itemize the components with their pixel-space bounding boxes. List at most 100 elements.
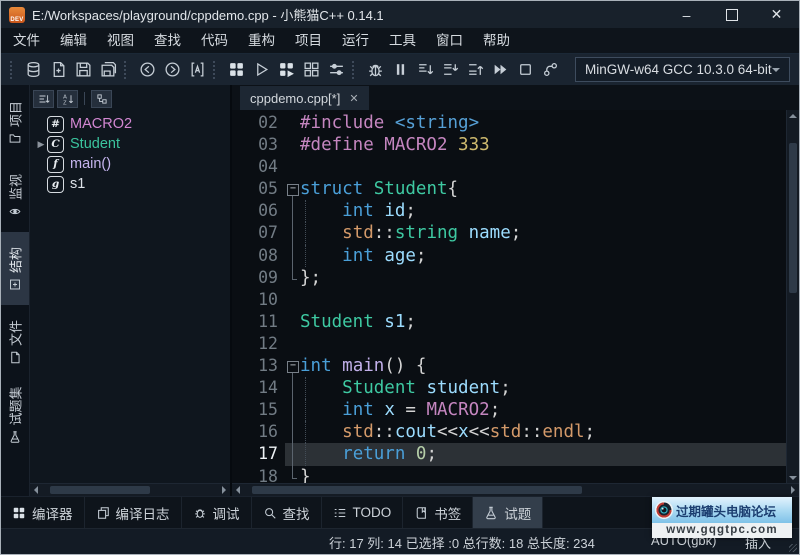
sidebar-tabs: 项目监视结构 文件 试题集 xyxy=(1,85,30,496)
menu-item[interactable]: 帮助 xyxy=(473,29,520,53)
tree-item[interactable]: # MACRO2 xyxy=(30,114,230,134)
scroll-up-icon[interactable] xyxy=(787,110,799,121)
save-button[interactable] xyxy=(72,58,96,82)
bottom-tab[interactable]: 书签 xyxy=(403,497,474,528)
indent-guide xyxy=(305,222,306,245)
debug-button[interactable] xyxy=(364,58,388,82)
sidebar-tab[interactable]: 结构 xyxy=(1,232,29,305)
step-into-button[interactable] xyxy=(439,58,463,82)
tree-item[interactable]: f main() xyxy=(30,154,230,174)
structure-tree[interactable]: # MACRO2 ▶ C Student f main() g s1 xyxy=(30,109,230,483)
menu-item[interactable]: 窗口 xyxy=(426,29,473,53)
cpu-button[interactable] xyxy=(539,58,563,82)
toolbar-icons xyxy=(7,58,563,82)
editor-tab[interactable]: cppdemo.cpp[*] ✕ xyxy=(240,86,369,110)
sort-az-button[interactable]: AZ xyxy=(57,89,78,108)
menu-item[interactable]: 文件 xyxy=(3,29,50,53)
continue-button[interactable] xyxy=(489,58,513,82)
chevron-down-icon xyxy=(772,67,780,76)
scroll-right-icon[interactable] xyxy=(218,484,230,496)
menu-item[interactable]: 查找 xyxy=(144,29,191,53)
menu-item[interactable]: 重构 xyxy=(238,29,285,53)
code-line: 11 Student s1; xyxy=(232,311,786,333)
bottom-tab[interactable]: 试题 xyxy=(473,497,544,528)
compiler-set-select[interactable]: MinGW-w64 GCC 10.3.0 64-bit Debug xyxy=(575,57,790,82)
scroll-thumb[interactable] xyxy=(50,486,150,494)
menu-item[interactable]: 视图 xyxy=(97,29,144,53)
compile-button[interactable] xyxy=(225,58,249,82)
fold-column xyxy=(285,112,300,134)
sidebar-tab[interactable]: 试题集 xyxy=(1,378,29,451)
bottom-tab[interactable]: 编译器 xyxy=(1,497,85,528)
minimize-button[interactable]: – xyxy=(664,1,709,28)
tree-item-label: s1 xyxy=(70,176,86,192)
code-line: 07 std::string name; xyxy=(232,222,786,245)
cpu-icon xyxy=(542,61,559,78)
step-over-button[interactable] xyxy=(414,58,438,82)
scroll-left-icon[interactable] xyxy=(232,484,244,496)
scroll-right-icon[interactable] xyxy=(787,484,799,496)
tree-item[interactable]: ▶ C Student xyxy=(30,134,230,154)
menu-item[interactable]: 编辑 xyxy=(50,29,97,53)
expander-icon[interactable]: ▶ xyxy=(35,139,47,150)
editor-hscrollbar[interactable] xyxy=(232,483,799,496)
line-number: 05 xyxy=(258,179,278,199)
new-file-button[interactable] xyxy=(47,58,71,82)
editor-vscrollbar[interactable] xyxy=(786,110,799,483)
maximize-button[interactable] xyxy=(709,1,754,28)
menu-item[interactable]: 代码 xyxy=(191,29,238,53)
compiler-options-button[interactable] xyxy=(325,58,349,82)
sidebar-tab[interactable]: 项目 xyxy=(1,86,29,159)
pause-button[interactable] xyxy=(389,58,413,82)
bottom-tab-label: 查找 xyxy=(282,506,310,522)
svg-text:A: A xyxy=(63,94,67,100)
line-number: 04 xyxy=(258,157,278,177)
format-button[interactable] xyxy=(186,58,210,82)
tab-close-icon[interactable]: ✕ xyxy=(349,92,358,105)
compile-run-button[interactable] xyxy=(275,58,299,82)
run-button[interactable] xyxy=(250,58,274,82)
sort-lines-button[interactable] xyxy=(33,89,54,108)
members-button[interactable] xyxy=(91,89,112,108)
tree-item-label: MACRO2 xyxy=(70,116,133,132)
redo-button[interactable] xyxy=(161,58,185,82)
open-button[interactable] xyxy=(22,58,46,82)
indent-guide xyxy=(305,200,306,223)
lens-icon xyxy=(654,500,674,520)
scroll-down-icon[interactable] xyxy=(787,472,799,483)
code-area[interactable]: 02 #include <string> 03 #define MACRO2 333 0… xyxy=(232,110,786,483)
bottom-tab[interactable]: 编译日志 xyxy=(85,497,182,528)
fold-column xyxy=(285,311,300,333)
scroll-thumb[interactable] xyxy=(789,143,797,293)
compiler-options-icon xyxy=(328,61,345,78)
sidebar-tab-label: 监视 xyxy=(8,173,24,200)
fold-toggle[interactable]: − xyxy=(285,355,300,378)
fold-toggle[interactable]: − xyxy=(285,178,300,201)
bottom-tab[interactable]: TODO xyxy=(322,497,404,528)
fold-column xyxy=(285,222,300,245)
undo-button[interactable] xyxy=(136,58,160,82)
fold-column xyxy=(285,134,300,156)
sidebar-tab[interactable]: 监视 xyxy=(1,159,29,232)
resize-grip[interactable] xyxy=(789,544,797,552)
bug-icon xyxy=(193,506,207,520)
stop-button[interactable] xyxy=(514,58,538,82)
line-number: 18 xyxy=(258,466,278,484)
code-line: 16 std::cout<<x<<std::endl; xyxy=(232,421,786,444)
panel-hscrollbar[interactable] xyxy=(30,483,230,496)
code-line: 09}; xyxy=(232,266,786,289)
scroll-left-icon[interactable] xyxy=(30,484,42,496)
menu-item[interactable]: 工具 xyxy=(379,29,426,53)
menu-item[interactable]: 运行 xyxy=(332,29,379,53)
step-into-icon xyxy=(442,61,459,78)
sidebar-tab[interactable]: 文件 xyxy=(1,305,29,378)
menu-item[interactable]: 项目 xyxy=(285,29,332,53)
scroll-thumb[interactable] xyxy=(252,486,582,494)
rebuild-button[interactable] xyxy=(300,58,324,82)
step-out-button[interactable] xyxy=(464,58,488,82)
tree-item[interactable]: g s1 xyxy=(30,174,230,194)
close-button[interactable]: ✕ xyxy=(754,1,799,28)
save-all-button[interactable] xyxy=(97,58,121,82)
bottom-tab[interactable]: 调试 xyxy=(182,497,252,528)
bottom-tab[interactable]: 查找 xyxy=(252,497,322,528)
